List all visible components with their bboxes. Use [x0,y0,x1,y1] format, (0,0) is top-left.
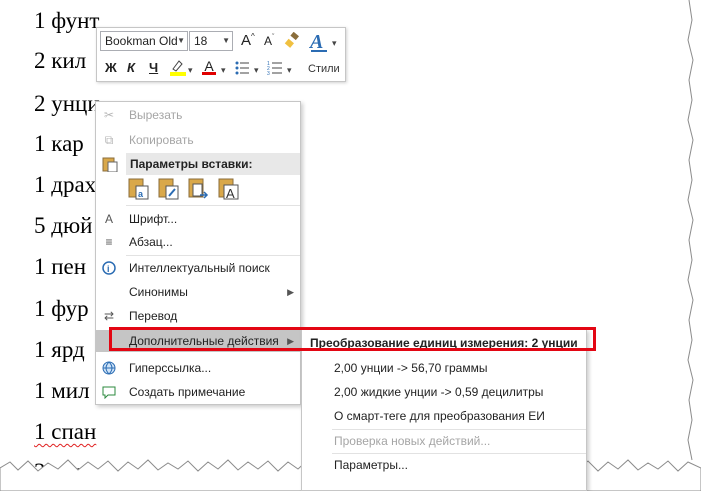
svg-text:A: A [226,186,235,201]
menu-item-label: Интеллектуальный поиск [129,261,270,275]
doc-line: 1 драх [34,172,97,197]
menu-item-cut[interactable]: ✂ Вырезать [96,104,300,126]
translate-icon: ⇄ [103,309,115,323]
submenu-item-options[interactable]: Параметры... [302,454,586,476]
torn-edge-right [687,0,701,491]
format-painter-icon[interactable] [284,32,300,48]
copy-icon: ⧉ [104,133,114,147]
menu-item-label: Создать примечание [129,385,246,399]
svg-text:A: A [309,31,323,53]
doc-line: 1 ярд [34,337,85,362]
font-color-button[interactable]: A [202,58,216,75]
numbered-list-icon[interactable]: 1 2 3 [267,60,283,76]
underline-button[interactable]: Ч [149,60,158,75]
paste-keep-formatting-icon[interactable]: a [128,177,150,201]
paste-options-label: Параметры вставки: [130,157,253,171]
additional-actions-submenu: Преобразование единиц измерения: 2 унции… [301,329,587,491]
menu-item-label: Шрифт... [129,212,178,226]
submenu-item-about-smart-tag[interactable]: О смарт-теге для преобразования ЕИ [302,405,586,427]
menu-separator [126,255,300,256]
context-menu: ✂ Вырезать ⧉ Копировать Параметры вставк… [95,101,301,405]
font-size-value: 18 [194,34,208,48]
submenu-item-ounces-grams[interactable]: 2,00 унции -> 56,70 граммы [302,357,586,379]
submenu-item-label: 2,00 жидкие унции -> 0,59 децилитры [334,385,544,399]
doc-line: 2 унци [34,91,100,116]
paste-merge-formatting-icon[interactable] [158,177,180,201]
menu-item-new-comment[interactable]: Создать примечание [96,381,300,403]
doc-line: 5 дюй [34,213,93,238]
chevron-down-icon: ▾ [188,65,193,75]
chevron-down-icon: ▾ [287,65,292,75]
hyperlink-icon [102,361,116,375]
doc-line: 1 пен [34,254,87,279]
svg-text:i: i [107,264,110,274]
menu-item-label: Синонимы [129,285,188,299]
scissors-icon: ✂ [103,108,115,122]
menu-item-label: Гиперссылка... [129,361,212,375]
submenu-item-label: О смарт-теге для преобразования ЕИ [334,409,545,423]
doc-line: 2 кил [34,48,87,73]
font-icon: A [104,212,113,226]
submenu-item-label: Проверка новых действий... [334,434,491,448]
smart-lookup-icon: i [102,261,116,275]
doc-line: 1 мил [34,378,90,403]
menu-item-label: Копировать [129,133,194,147]
comment-icon [102,386,116,399]
highlight-icon[interactable] [169,59,187,77]
doc-line: 1 фунт [34,8,100,33]
grow-font-button[interactable]: A^ [241,32,255,49]
menu-item-copy[interactable]: ⧉ Копировать [96,129,300,151]
chevron-down-icon: ▾ [254,65,259,75]
styles-label: Стили [308,63,340,75]
chevron-down-icon: ▾ [221,65,226,75]
chevron-down-icon: ▾ [332,38,337,48]
font-size-select[interactable]: 18 ▼ [189,31,233,51]
font-name-select[interactable]: Bookman Old ▼ [100,31,188,51]
doc-line: 1 фур [34,296,89,321]
bold-button[interactable]: Ж [105,60,117,75]
menu-item-translate[interactable]: ⇄ Перевод [96,305,300,327]
menu-item-paragraph[interactable]: ≡ Абзац... [96,231,300,253]
bullet-list-icon[interactable] [234,60,250,76]
menu-item-hyperlink[interactable]: Гиперссылка... [96,357,300,379]
italic-button[interactable]: К [127,60,135,75]
submenu-header-unit-conversion: Преобразование единиц измерения: 2 унции [302,332,586,354]
svg-text:3: 3 [267,71,270,76]
paste-picture-icon[interactable] [188,177,210,201]
menu-item-label: Дополнительные действия [129,334,279,348]
menu-item-smart-lookup[interactable]: i Интеллектуальный поиск [96,257,300,279]
menu-item-label: Вырезать [129,108,183,122]
menu-item-additional-actions[interactable]: Дополнительные действия ▶ [96,330,300,352]
submenu-header-label: Преобразование единиц измерения: 2 унции [310,336,578,350]
styles-icon[interactable]: A [309,30,331,54]
font-name-value: Bookman Old [105,34,178,48]
submenu-item-label: Параметры... [334,458,408,472]
shrink-font-button[interactable]: Aˇ [264,34,274,48]
menu-item-font[interactable]: A Шрифт... [96,208,300,230]
submenu-item-check-new-actions[interactable]: Проверка новых действий... [302,430,586,452]
chevron-right-icon: ▶ [287,287,294,297]
menu-item-label: Перевод [129,309,178,323]
menu-item-synonyms[interactable]: Синонимы ▶ [96,281,300,303]
submenu-item-label: 2,00 унции -> 56,70 граммы [334,361,488,375]
menu-item-label: Абзац... [129,235,173,249]
doc-line: 1 кар [34,131,84,156]
clipboard-icon [102,157,118,172]
mini-toolbar: Bookman Old ▼ 18 ▼ A^ Aˇ A ▾ Стили Ж К Ч… [96,27,346,82]
paste-options-header: Параметры вставки: [126,153,300,175]
paragraph-icon: ≡ [105,235,113,249]
menu-separator [126,205,300,206]
font-color-icon: A [204,58,214,74]
shrink-font-icon: A [264,34,273,48]
chevron-right-icon: ▶ [287,336,294,346]
paste-text-only-icon[interactable]: A [218,177,240,201]
submenu-item-fluid-ounces[interactable]: 2,00 жидкие унции -> 0,59 децилитры [302,381,586,403]
chevron-down-icon: ▼ [222,36,230,45]
chevron-down-icon: ▼ [177,36,185,45]
doc-line: 1 спан [34,419,97,444]
grow-font-icon: A [241,32,252,49]
